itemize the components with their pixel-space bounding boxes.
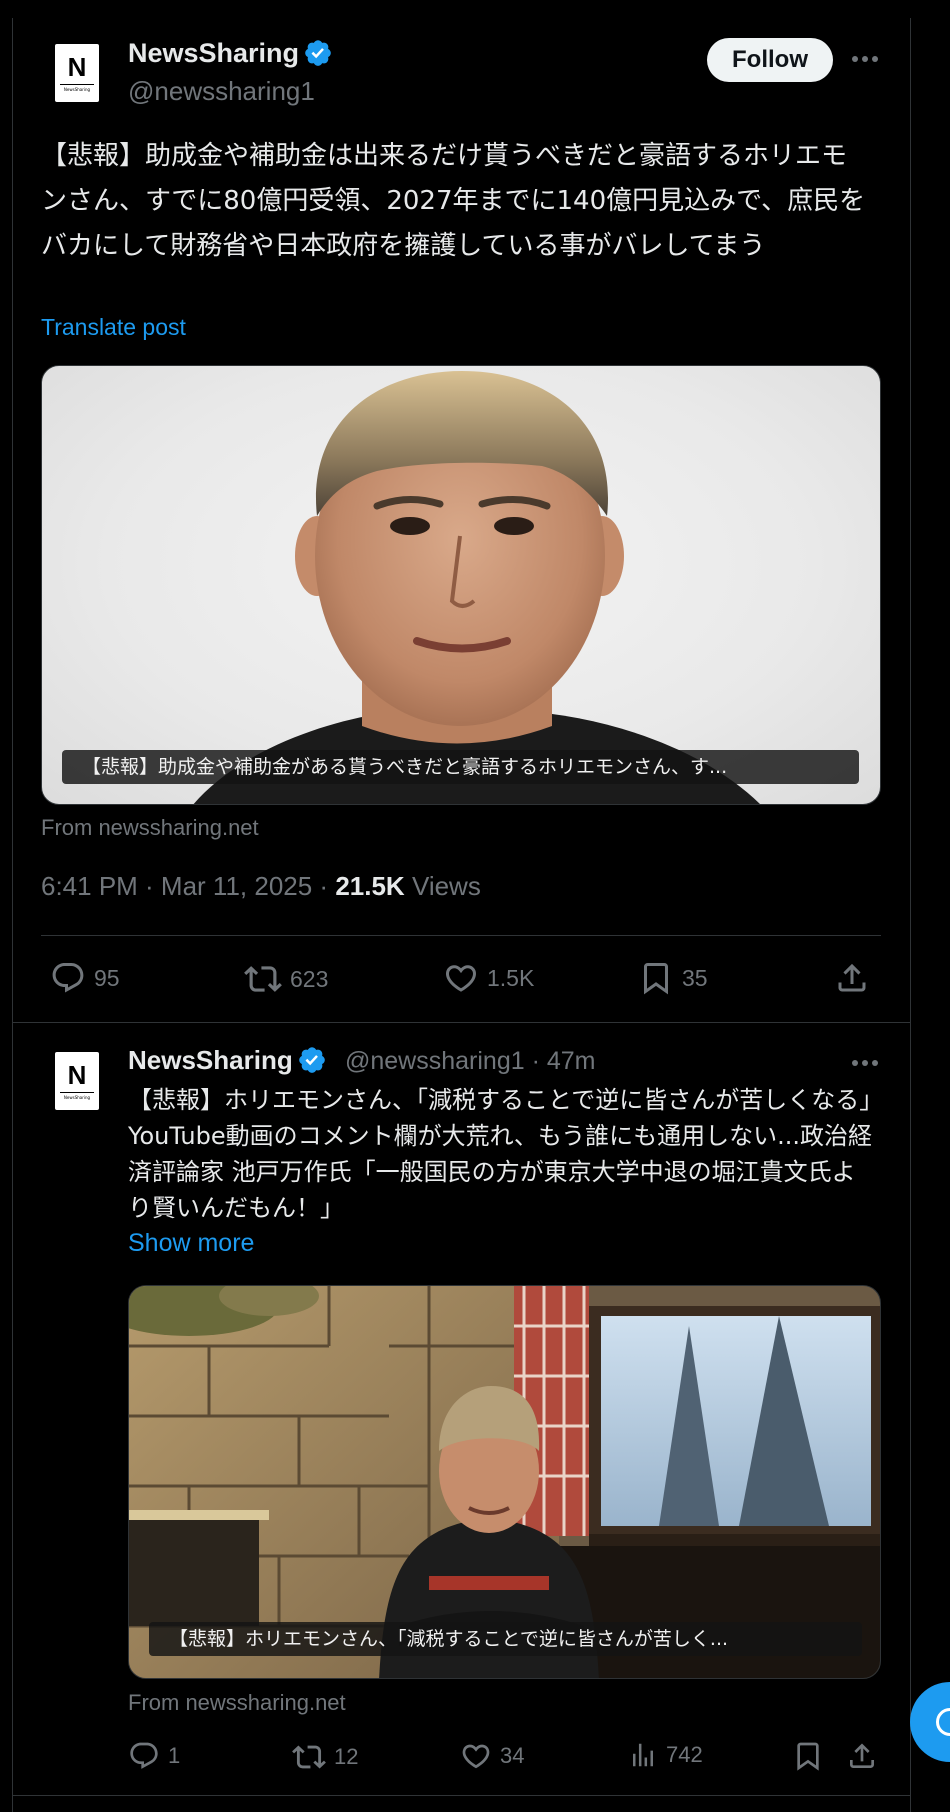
- share-icon: [838, 963, 866, 992]
- bookmark-button[interactable]: 35: [638, 960, 708, 996]
- reply-count: 95: [94, 964, 120, 991]
- compose-fab[interactable]: [910, 1682, 950, 1762]
- views-count: 742: [666, 1742, 703, 1767]
- avatar[interactable]: N NewsSharing: [55, 1052, 99, 1110]
- views-button[interactable]: 742: [628, 1740, 703, 1770]
- views-icon: [633, 1743, 653, 1767]
- author-name[interactable]: NewsSharing: [128, 1045, 293, 1075]
- card-caption: 【悲報】ホリエモンさん、「減税することで逆に皆さんが苦しく...: [149, 1622, 862, 1656]
- post-meta: 6:41 PM · Mar 11, 2025 · 21.5K Views: [41, 871, 481, 902]
- bookmark-count: 35: [682, 964, 708, 991]
- share-button[interactable]: [834, 960, 870, 996]
- card-source[interactable]: From newssharing.net: [41, 815, 259, 841]
- show-more-link[interactable]: Show more: [128, 1229, 254, 1258]
- verified-badge-icon: [298, 1047, 325, 1073]
- verified-badge-icon: [305, 40, 331, 66]
- avatar-subtext: NewsSharing: [63, 1095, 91, 1100]
- repost-count: 12: [334, 1744, 359, 1769]
- repost-icon: [292, 1745, 326, 1769]
- divider: [12, 1795, 911, 1796]
- reply-button[interactable]: 95: [50, 960, 120, 996]
- avatar-letter: N: [67, 1060, 87, 1090]
- like-count: 34: [500, 1743, 525, 1768]
- repost-button[interactable]: 623: [244, 960, 328, 998]
- compose-icon: [936, 1708, 950, 1736]
- post-time[interactable]: 6:41 PM · Mar 11, 2025 ·: [41, 871, 335, 901]
- card-source[interactable]: From newssharing.net: [128, 1690, 346, 1716]
- avatar-subtext: NewsSharing: [63, 87, 91, 92]
- bookmark-icon: [797, 1742, 819, 1771]
- avatar[interactable]: N NewsSharing: [55, 44, 99, 102]
- repost-icon: [244, 966, 282, 992]
- reply-button[interactable]: 1: [128, 1740, 180, 1772]
- translate-post-link[interactable]: Translate post: [41, 314, 186, 341]
- reply-icon: [52, 963, 84, 993]
- link-card[interactable]: 【悲報】ホリエモンさん、「減税することで逆に皆さんが苦しく...: [128, 1285, 881, 1679]
- views-label: Views: [404, 871, 481, 901]
- more-icon[interactable]: [850, 1048, 880, 1078]
- like-button[interactable]: 1.5K: [443, 960, 534, 996]
- share-button[interactable]: [846, 1740, 878, 1772]
- repost-button[interactable]: 12: [292, 1740, 358, 1774]
- avatar-letter: N: [67, 52, 87, 82]
- bookmark-button[interactable]: [792, 1740, 824, 1772]
- link-card[interactable]: 【悲報】助成金や補助金がある貰うべきだと豪語するホリエモンさん、す...: [41, 365, 881, 805]
- views-count: 21.5K: [335, 871, 405, 901]
- author-handle[interactable]: @newssharing1: [128, 76, 315, 107]
- divider: [12, 1022, 911, 1023]
- author-name-block[interactable]: NewsSharing: [128, 38, 333, 69]
- divider: [41, 935, 881, 936]
- video-thumbnail: [129, 1286, 880, 1678]
- author-handle[interactable]: @newssharing1 · 47m: [345, 1047, 596, 1076]
- author-name-block[interactable]: NewsSharing: [128, 1045, 327, 1076]
- share-icon: [850, 1743, 874, 1768]
- like-button[interactable]: 34: [460, 1740, 524, 1772]
- post-text: 【悲報】助成金や補助金は出来るだけ貰うべきだと豪語するホリエモンさん、すでに80…: [41, 141, 866, 261]
- like-icon: [445, 965, 477, 992]
- more-icon[interactable]: [850, 44, 880, 74]
- bookmark-icon: [644, 963, 668, 995]
- repost-count: 623: [290, 965, 329, 992]
- reply-icon: [130, 1742, 158, 1769]
- reply-text: 【悲報】ホリエモンさん、「減税することで逆に皆さんが苦しくなる」YouTube動…: [128, 1086, 872, 1222]
- person-photo: [193, 371, 760, 804]
- follow-button[interactable]: Follow: [707, 38, 833, 82]
- card-caption: 【悲報】助成金や補助金がある貰うべきだと豪語するホリエモンさん、す...: [62, 750, 859, 784]
- like-count: 1.5K: [487, 964, 535, 991]
- reply-count: 1: [168, 1743, 181, 1768]
- author-name[interactable]: NewsSharing: [128, 38, 299, 68]
- like-icon: [462, 1744, 490, 1769]
